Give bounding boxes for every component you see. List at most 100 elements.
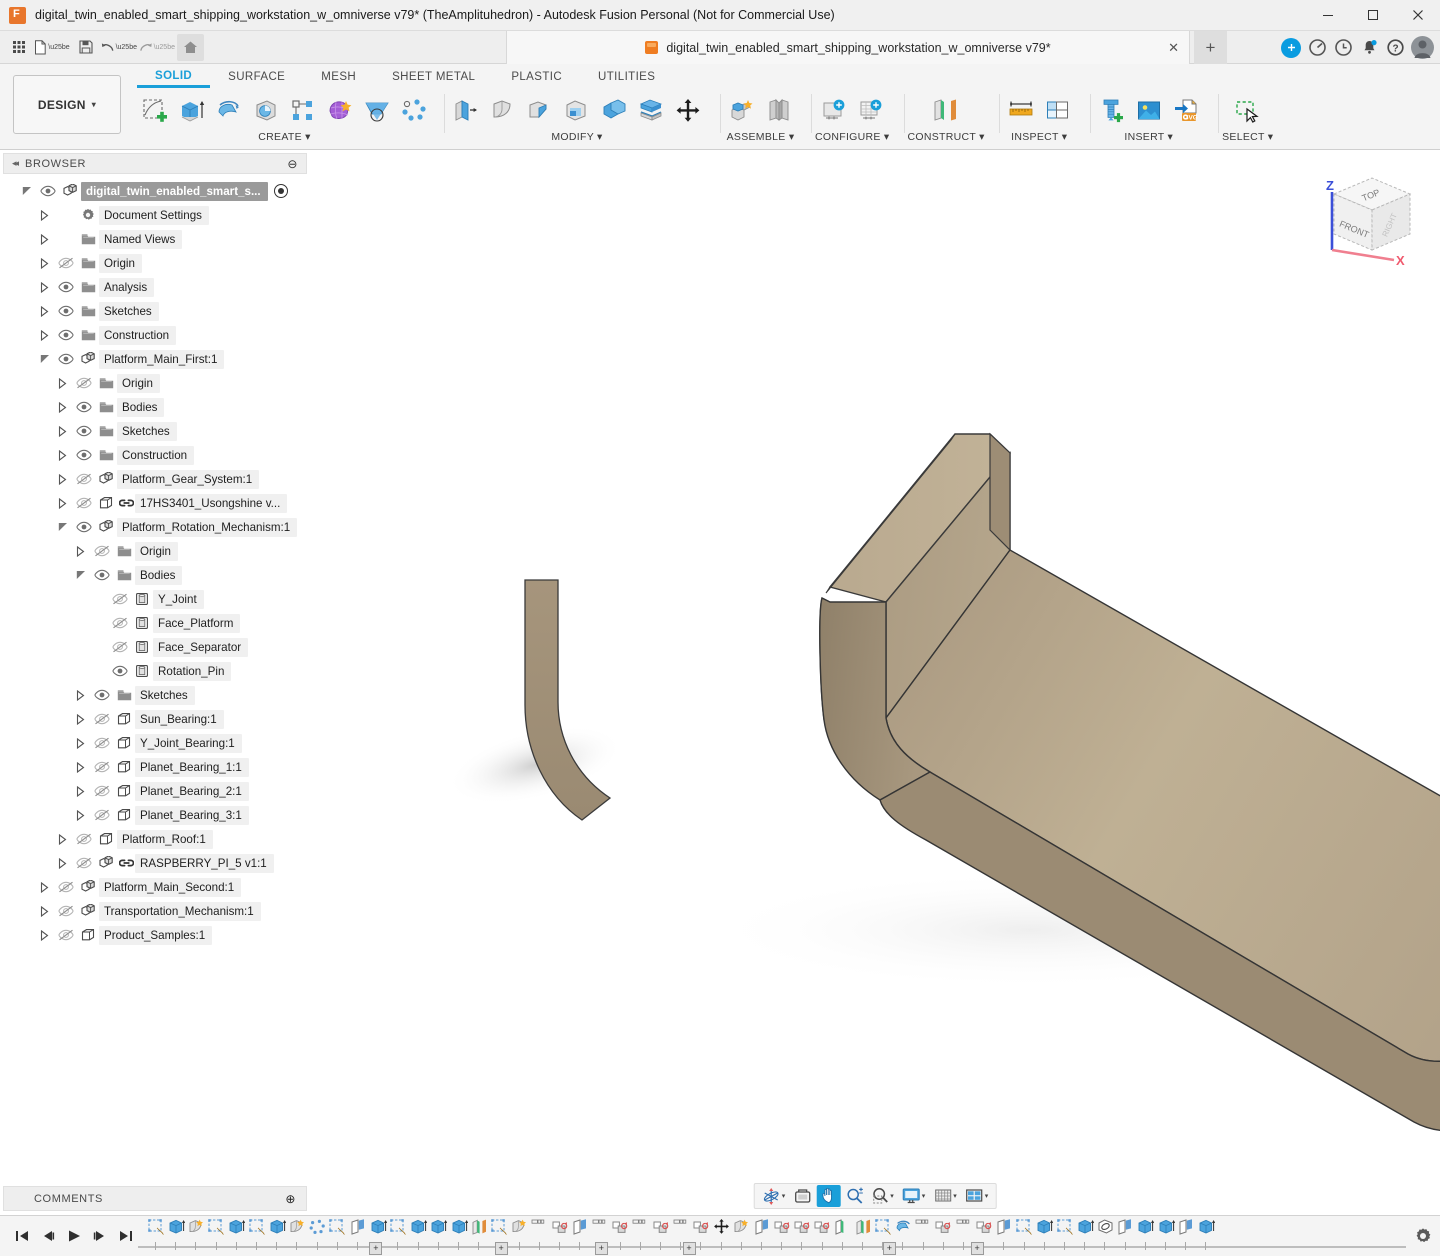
pan-icon[interactable] <box>816 1185 840 1207</box>
visibility-eye-icon[interactable] <box>91 713 113 725</box>
insert-mcmaster-icon[interactable] <box>1094 91 1130 131</box>
expand-toggle-icon[interactable] <box>40 882 55 893</box>
visibility-eye-icon[interactable] <box>91 737 113 749</box>
tree-row-named-views[interactable]: Named Views <box>0 227 310 251</box>
activate-component-radio[interactable] <box>274 184 288 198</box>
expand-toggle-icon[interactable] <box>40 906 55 917</box>
expand-toggle-icon[interactable] <box>76 810 91 821</box>
visibility-eye-icon[interactable] <box>37 185 59 197</box>
tree-row-raspberry-pi-5-v1-1[interactable]: RASPBERRY_PI_5 v1:1 <box>0 851 310 875</box>
timeline-group-marker[interactable]: + <box>595 1242 608 1255</box>
expand-toggle-icon[interactable] <box>58 474 73 485</box>
tree-row-sketches[interactable]: Sketches <box>0 419 310 443</box>
timeline-go-start-button[interactable] <box>10 1224 34 1248</box>
tree-row-document-settings[interactable]: Document Settings <box>0 203 310 227</box>
orbit-icon[interactable]: ▾ <box>759 1185 789 1207</box>
model-3d[interactable] <box>310 150 1440 1160</box>
tree-row-origin[interactable]: Origin <box>0 371 310 395</box>
visibility-eye-icon[interactable] <box>55 329 77 341</box>
expand-toggle-icon[interactable] <box>76 714 91 725</box>
expand-toggle-icon[interactable] <box>22 186 37 196</box>
expand-toggle-icon[interactable] <box>58 450 73 461</box>
select-window-icon[interactable] <box>1222 91 1274 131</box>
tree-row-face-platform[interactable]: Face_Platform <box>0 611 310 635</box>
revolve-icon[interactable] <box>211 91 247 131</box>
visibility-eye-icon[interactable] <box>73 473 95 485</box>
tree-row-platform-rotation-mechanism-1[interactable]: Platform_Rotation_Mechanism:1 <box>0 515 310 539</box>
expand-toggle-icon[interactable] <box>76 786 91 797</box>
extrude-icon[interactable] <box>174 91 210 131</box>
move-copy-icon[interactable] <box>670 91 706 131</box>
expand-toggle-icon[interactable] <box>58 858 73 869</box>
panel-assemble-label[interactable]: ASSEMBLE ▾ <box>727 131 795 148</box>
tree-row-bodies[interactable]: Bodies <box>0 563 310 587</box>
tree-row-y-joint-bearing-1[interactable]: Y_Joint_Bearing:1 <box>0 731 310 755</box>
timeline-group-marker[interactable]: + <box>495 1242 508 1255</box>
panel-construct-label[interactable]: CONSTRUCT ▾ <box>908 131 985 148</box>
home-button[interactable] <box>177 34 204 61</box>
expand-toggle-icon[interactable] <box>40 354 55 364</box>
tree-row-sun-bearing-1[interactable]: Sun_Bearing:1 <box>0 707 310 731</box>
zoom-icon[interactable] <box>842 1185 866 1207</box>
tree-row-construction[interactable]: Construction <box>0 323 310 347</box>
tree-row-planet-bearing-1-1[interactable]: Planet_Bearing_1:1 <box>0 755 310 779</box>
shell-icon[interactable] <box>559 91 595 131</box>
panel-select-label[interactable]: SELECT ▾ <box>1222 131 1273 148</box>
timeline-step-back-button[interactable] <box>36 1224 60 1248</box>
minimize-button[interactable] <box>1305 0 1350 31</box>
visibility-eye-icon[interactable] <box>109 665 131 677</box>
tree-row-y-joint[interactable]: Y_Joint <box>0 587 310 611</box>
visibility-eye-icon[interactable] <box>91 569 113 581</box>
grid-snaps-icon[interactable]: ▾ <box>930 1185 960 1207</box>
timeline-group-marker[interactable]: + <box>883 1242 896 1255</box>
notifications-bell-icon[interactable] <box>1359 38 1379 58</box>
maximize-button[interactable] <box>1350 0 1395 31</box>
fillet-icon[interactable] <box>485 91 521 131</box>
visibility-eye-icon[interactable] <box>55 281 77 293</box>
visibility-eye-icon[interactable] <box>109 617 131 629</box>
tree-row-origin[interactable]: Origin <box>0 539 310 563</box>
panel-modify-label[interactable]: MODIFY ▾ <box>551 131 602 148</box>
close-button[interactable] <box>1395 0 1440 31</box>
timeline-features[interactable]: ++++++ <box>138 1216 1406 1256</box>
expand-toggle-icon[interactable] <box>58 498 73 509</box>
combine-icon[interactable] <box>596 91 632 131</box>
visibility-eye-icon[interactable] <box>73 449 95 461</box>
expand-toggle-icon[interactable] <box>40 210 55 221</box>
tree-row-platform-main-first-1[interactable]: Platform_Main_First:1 <box>0 347 310 371</box>
tree-row-rotation-pin[interactable]: Rotation_Pin <box>0 659 310 683</box>
expand-toggle-icon[interactable] <box>76 570 91 580</box>
expand-toggle-icon[interactable] <box>58 402 73 413</box>
panel-configure-label[interactable]: CONFIGURE ▾ <box>815 131 890 148</box>
tab-solid[interactable]: SOLID <box>137 66 210 88</box>
expand-toggle-icon[interactable] <box>76 546 91 557</box>
panel-inspect-label[interactable]: INSPECT ▾ <box>1011 131 1067 148</box>
document-tab[interactable]: digital_twin_enabled_smart_shipping_work… <box>506 31 1190 64</box>
tree-row-origin[interactable]: Origin <box>0 251 310 275</box>
visibility-eye-icon[interactable] <box>55 257 77 269</box>
tab-plastic[interactable]: PLASTIC <box>493 66 580 88</box>
tree-row-platform-main-second-1[interactable]: Platform_Main_Second:1 <box>0 875 310 899</box>
undo-button[interactable]: \u25be <box>101 34 137 61</box>
tree-row-17hs3401-usongshine-v[interactable]: 17HS3401_Usongshine v... <box>0 491 310 515</box>
section-analysis-icon[interactable] <box>1040 91 1076 131</box>
tab-sheet-metal[interactable]: SHEET METAL <box>374 66 493 88</box>
visibility-eye-icon[interactable] <box>55 905 77 917</box>
tree-row-digital-twin-enabled-smart-s[interactable]: digital_twin_enabled_smart_s... <box>0 179 310 203</box>
tree-row-sketches[interactable]: Sketches <box>0 683 310 707</box>
redo-button[interactable]: \u25be <box>139 34 175 61</box>
visibility-eye-icon[interactable] <box>55 305 77 317</box>
expand-toggle-icon[interactable] <box>76 762 91 773</box>
tab-surface[interactable]: SURFACE <box>210 66 303 88</box>
visibility-eye-icon[interactable] <box>73 497 95 509</box>
visibility-eye-icon[interactable] <box>55 881 77 893</box>
visibility-eye-icon[interactable] <box>73 833 95 845</box>
expand-toggle-icon[interactable] <box>40 330 55 341</box>
workspace-switcher-button[interactable]: DESIGN ▾ <box>13 75 121 134</box>
timeline-group-marker[interactable]: + <box>369 1242 382 1255</box>
extensions-icon[interactable] <box>1281 38 1301 58</box>
tree-row-planet-bearing-3-1[interactable]: Planet_Bearing_3:1 <box>0 803 310 827</box>
expand-toggle-icon[interactable] <box>40 258 55 269</box>
view-cube[interactable]: Z X TOP FRONT RIGHT <box>1310 164 1430 274</box>
new-document-button[interactable]: \u25be <box>34 34 70 61</box>
